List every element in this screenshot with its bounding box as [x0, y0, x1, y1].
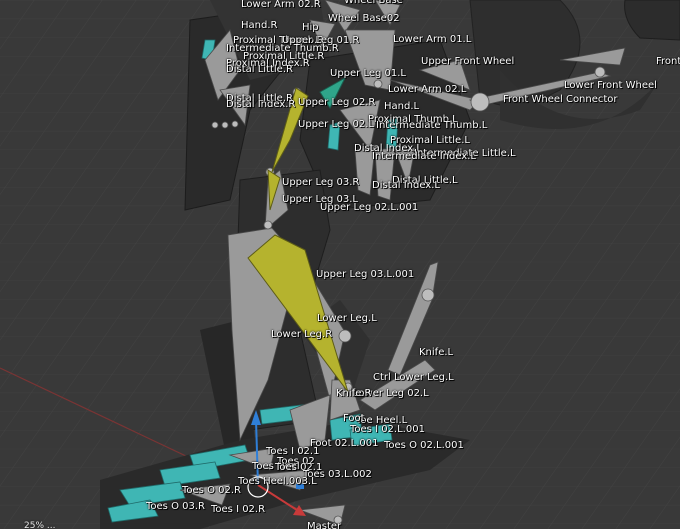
bone-label: Front — [656, 56, 680, 67]
bone-label: Foot — [343, 413, 365, 424]
bone-label: Toes I 02.L.001 — [350, 424, 425, 435]
bone-label: Distal Little.R — [226, 64, 293, 75]
viewport-corner-text: 25% ... — [24, 521, 56, 529]
3d-viewport[interactable]: Wheel Base Lower Arm 02.R Hand.R Hip Wheel B… — [0, 0, 680, 529]
bone-label: Foot 02.L.001 — [310, 438, 379, 449]
bone-label: Master — [307, 521, 342, 529]
bone-label: Wheel Base02 — [328, 13, 400, 24]
bone-label: Upper Leg 02.L.001 — [320, 202, 419, 213]
bone-label: Toes O 02.L.001 — [384, 440, 464, 451]
bone-label: Intermediate Thumb.L — [376, 120, 488, 131]
bone-label: Lower Arm 02.L — [388, 84, 467, 95]
bone-label: Distal Index.R — [226, 99, 296, 110]
bone-label: Intermediate Index.L — [372, 151, 476, 162]
bone-label: Knife.R — [336, 388, 372, 399]
bone-label: Lower Leg.L — [317, 313, 377, 324]
bone-label: Knife.L — [419, 347, 454, 358]
bone-label: Hip — [302, 22, 319, 33]
bone-label: Lower Leg.R — [271, 329, 333, 340]
bone-label: Wheel Base — [344, 0, 403, 6]
bone-label: Lower Arm 01.L — [393, 34, 472, 45]
bone-label: Lower Arm 02.R — [241, 0, 321, 10]
bone-label: Toes O 03.R — [146, 501, 205, 512]
bone-label: Toes O 02.R — [182, 485, 241, 496]
bone-label: Lower Front Wheel — [564, 80, 657, 91]
bone-label: Upper Leg 01.L — [330, 68, 407, 79]
bone-label: Toes Heel.003.L — [238, 476, 317, 487]
bone-label: Distal Index.L — [372, 180, 440, 191]
bone-label: Toes I 02.R — [211, 504, 266, 515]
bone-label: Upper Leg 02.R — [298, 97, 376, 108]
bone-label: Upper Leg 03.L.001 — [316, 269, 415, 280]
bone-label: Upper Leg 02.L — [298, 119, 375, 130]
bone-label: Hand.R — [241, 20, 278, 31]
bone-label: Hand.L — [384, 101, 420, 112]
bone-label: Ctrl Lower Leg.L — [373, 372, 454, 383]
bone-label: Upper Front Wheel — [421, 56, 515, 67]
bone-label: Front Wheel Connector — [503, 94, 618, 105]
bone-label: Upper Leg 03.R — [282, 177, 360, 188]
